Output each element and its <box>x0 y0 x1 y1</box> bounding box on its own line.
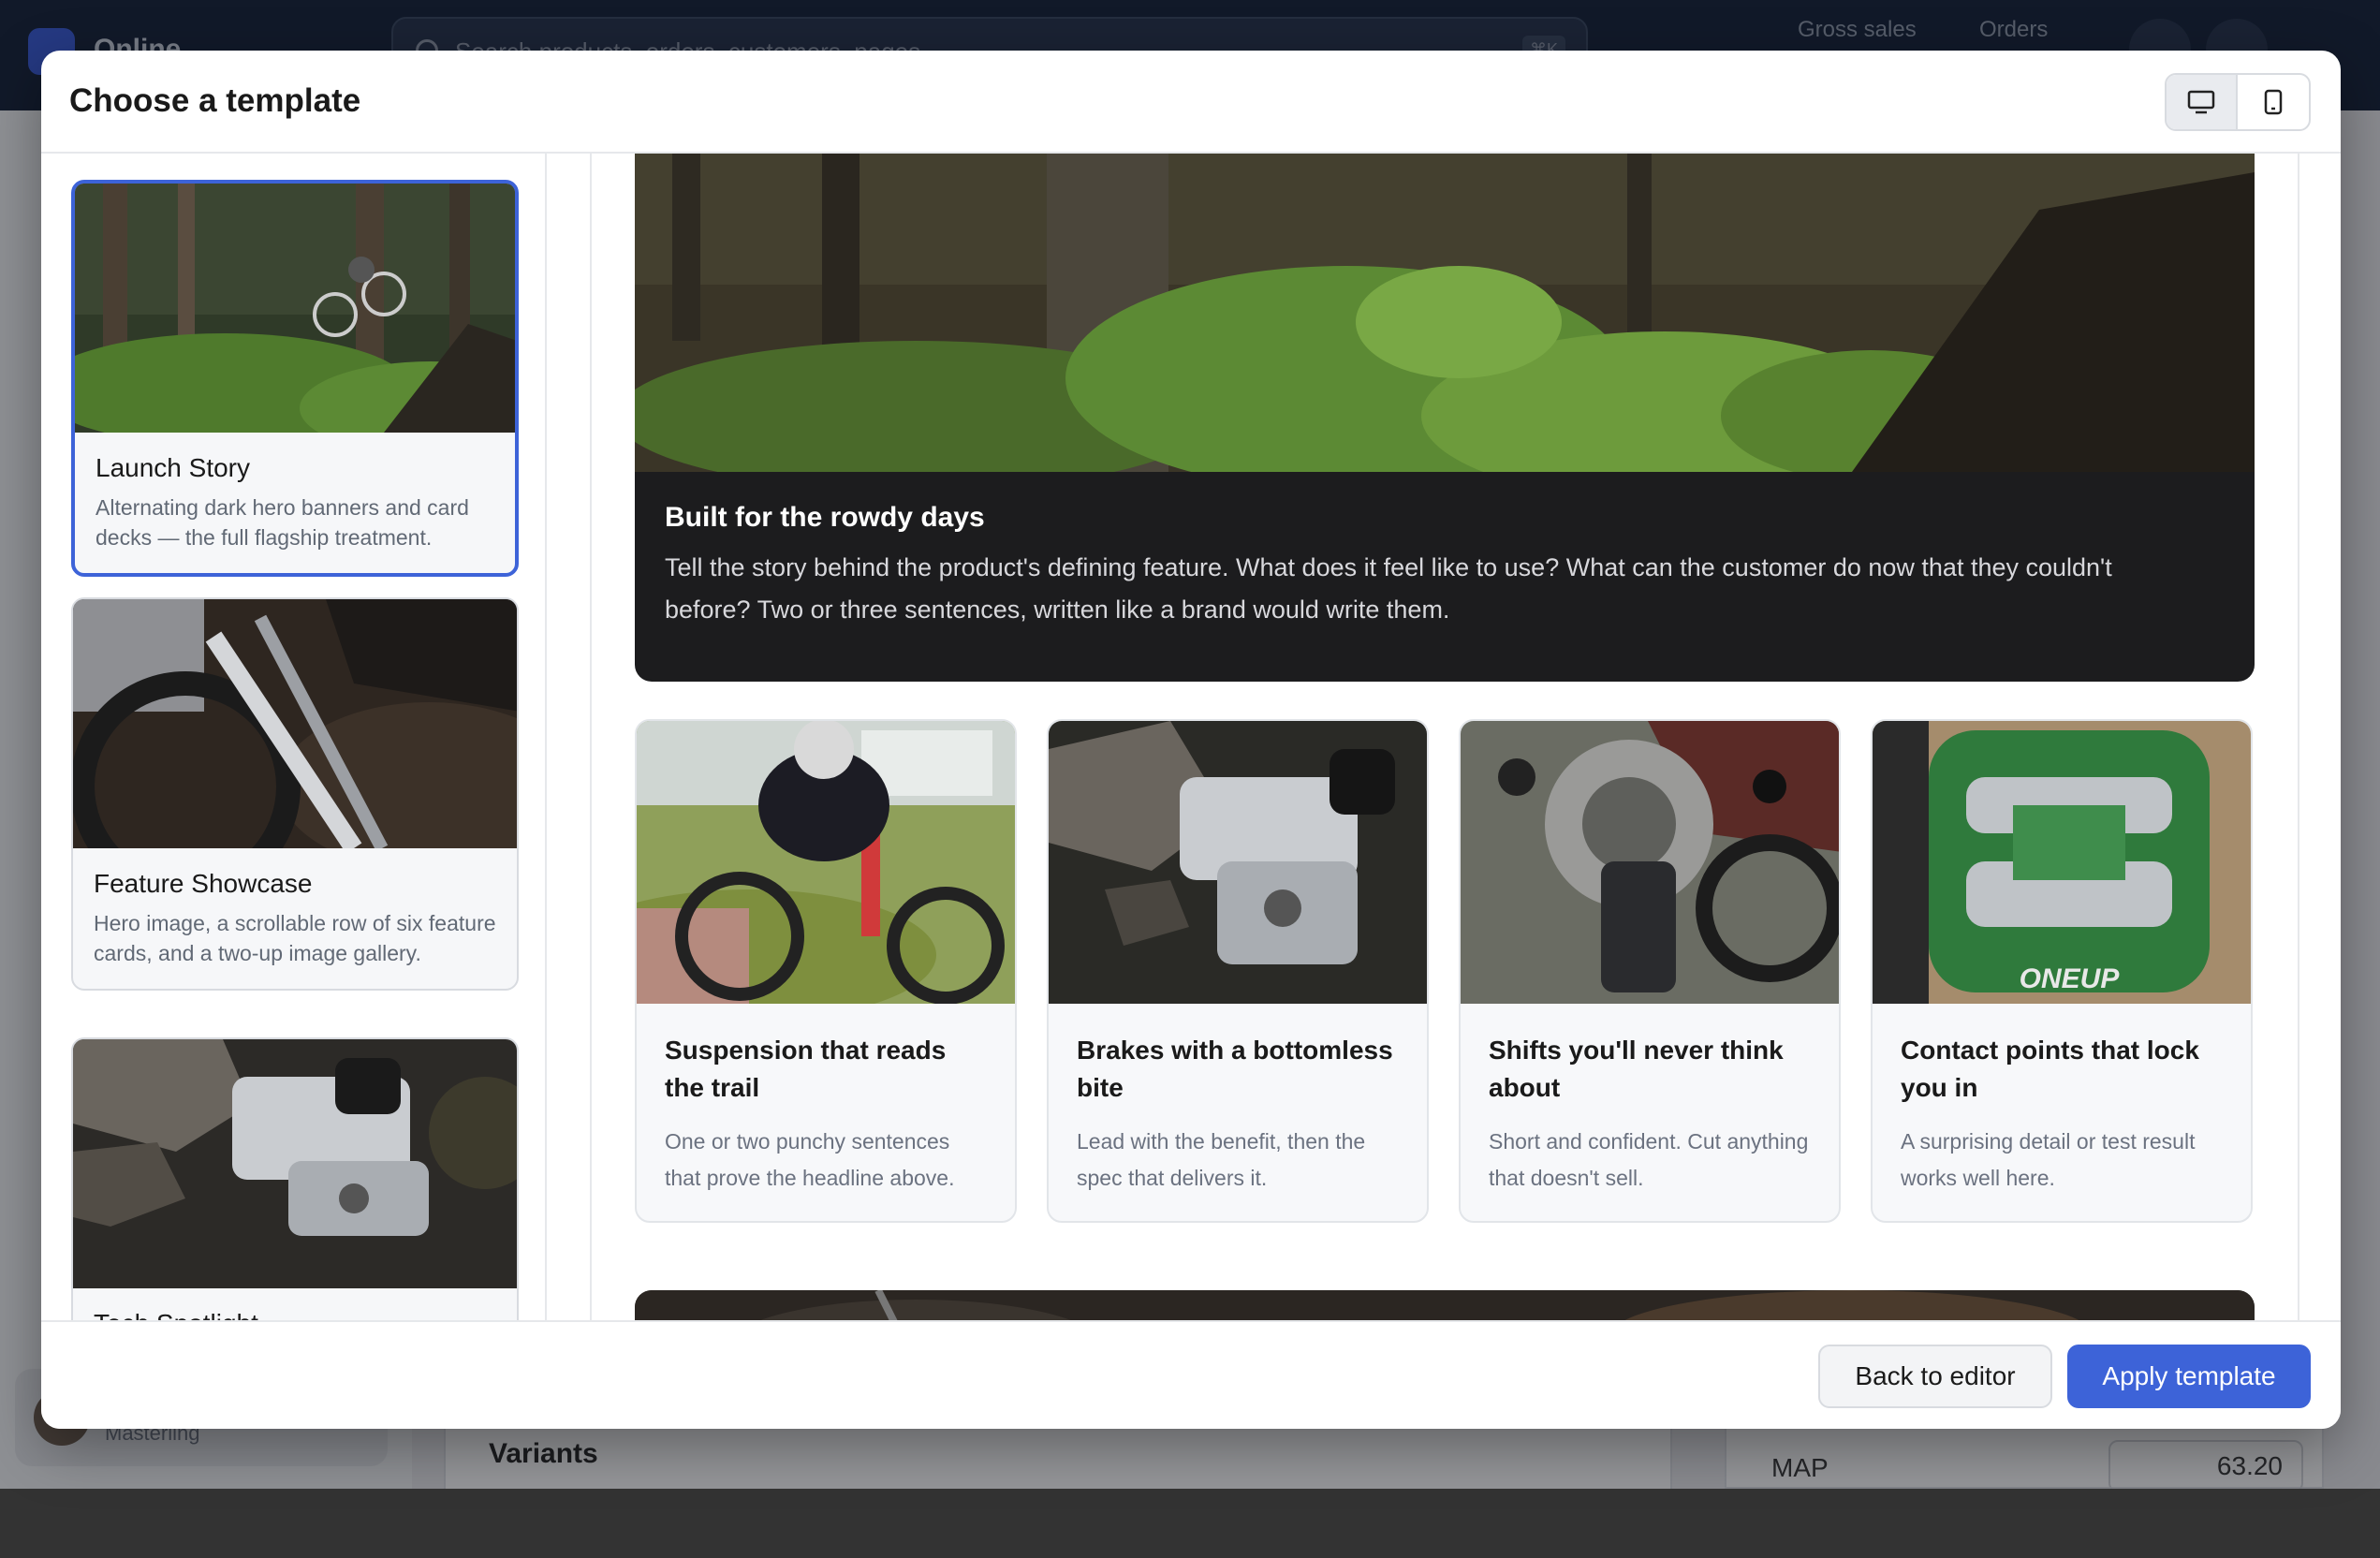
feature-card-text: Lead with the benefit, then the spec tha… <box>1077 1129 1366 1190</box>
desktop-view-button[interactable] <box>2167 75 2239 129</box>
template-thumbnail <box>73 1039 517 1288</box>
hero-banner: Built for the rowdy days Tell the story … <box>635 154 2255 682</box>
modal-footer: Back to editor Apply template <box>41 1320 2341 1429</box>
feature-card-title: Suspension that reads the trail <box>665 1036 947 1102</box>
template-preview: Built for the rowdy days Tell the story … <box>590 154 2339 1320</box>
desktop-icon <box>2187 90 2215 114</box>
feature-card-text: One or two punchy sentences that prove t… <box>665 1129 955 1190</box>
feature-card-image <box>637 721 1015 1004</box>
template-card-tech-spotlight[interactable]: Tech Spotlight <box>71 1037 519 1320</box>
mobile-icon <box>2264 89 2283 115</box>
modal-title: Choose a template <box>69 82 361 119</box>
feature-card-image: ONEUP <box>1873 721 2251 1004</box>
template-list: Launch Story Alternating dark hero banne… <box>41 154 547 1320</box>
hero-image <box>635 154 2255 472</box>
feature-card-text: A surprising detail or test result works… <box>1901 1129 2196 1190</box>
feature-card-title: Shifts you'll never think about <box>1489 1036 1784 1102</box>
template-thumbnail <box>73 599 517 848</box>
feature-card-title: Contact points that lock you in <box>1901 1036 2199 1102</box>
feature-card-title: Brakes with a bottomless bite <box>1077 1036 1393 1102</box>
template-description: Hero image, a scrollable row of six feat… <box>94 911 496 965</box>
template-modal: Choose a template Launch Story Alternati… <box>41 51 2341 1429</box>
modal-header: Choose a template <box>41 51 2341 154</box>
feature-card: Brakes with a bottomless bite Lead with … <box>1047 719 1429 1223</box>
view-toggle <box>2165 73 2311 131</box>
template-name: Launch Story <box>95 453 250 482</box>
hero-title: Built for the rowdy days <box>665 502 985 533</box>
feature-card-text: Short and confident. Cut anything that d… <box>1489 1129 1809 1190</box>
feature-card-image <box>1049 721 1427 1004</box>
hero-text: Tell the story behind the product's defi… <box>665 553 2112 624</box>
apply-template-button[interactable]: Apply template <box>2067 1345 2311 1408</box>
preview-canvas: Built for the rowdy days Tell the story … <box>592 154 2299 1320</box>
feature-card: Suspension that reads the trail One or t… <box>635 719 1017 1223</box>
feature-card: Shifts you'll never think about Short an… <box>1459 719 1841 1223</box>
mobile-view-button[interactable] <box>2238 75 2309 129</box>
pedal-brand-logo: ONEUP <box>2020 963 2121 994</box>
template-description: Alternating dark hero banners and card d… <box>95 495 469 550</box>
template-name: Feature Showcase <box>94 869 313 898</box>
feature-card: ONEUP Contact points that lock you in A … <box>1871 719 2253 1223</box>
template-name: Tech Spotlight <box>73 1288 517 1320</box>
template-card-launch-story[interactable]: Launch Story Alternating dark hero banne… <box>71 180 519 577</box>
bottom-bar <box>0 1489 2380 1558</box>
back-to-editor-button[interactable]: Back to editor <box>1818 1345 2052 1408</box>
second-hero-banner <box>635 1290 2255 1320</box>
feature-card-image <box>1461 721 1839 1004</box>
modal-body: Launch Story Alternating dark hero banne… <box>41 154 2341 1320</box>
template-card-feature-showcase[interactable]: Feature Showcase Hero image, a scrollabl… <box>71 597 519 991</box>
template-thumbnail <box>75 184 515 433</box>
